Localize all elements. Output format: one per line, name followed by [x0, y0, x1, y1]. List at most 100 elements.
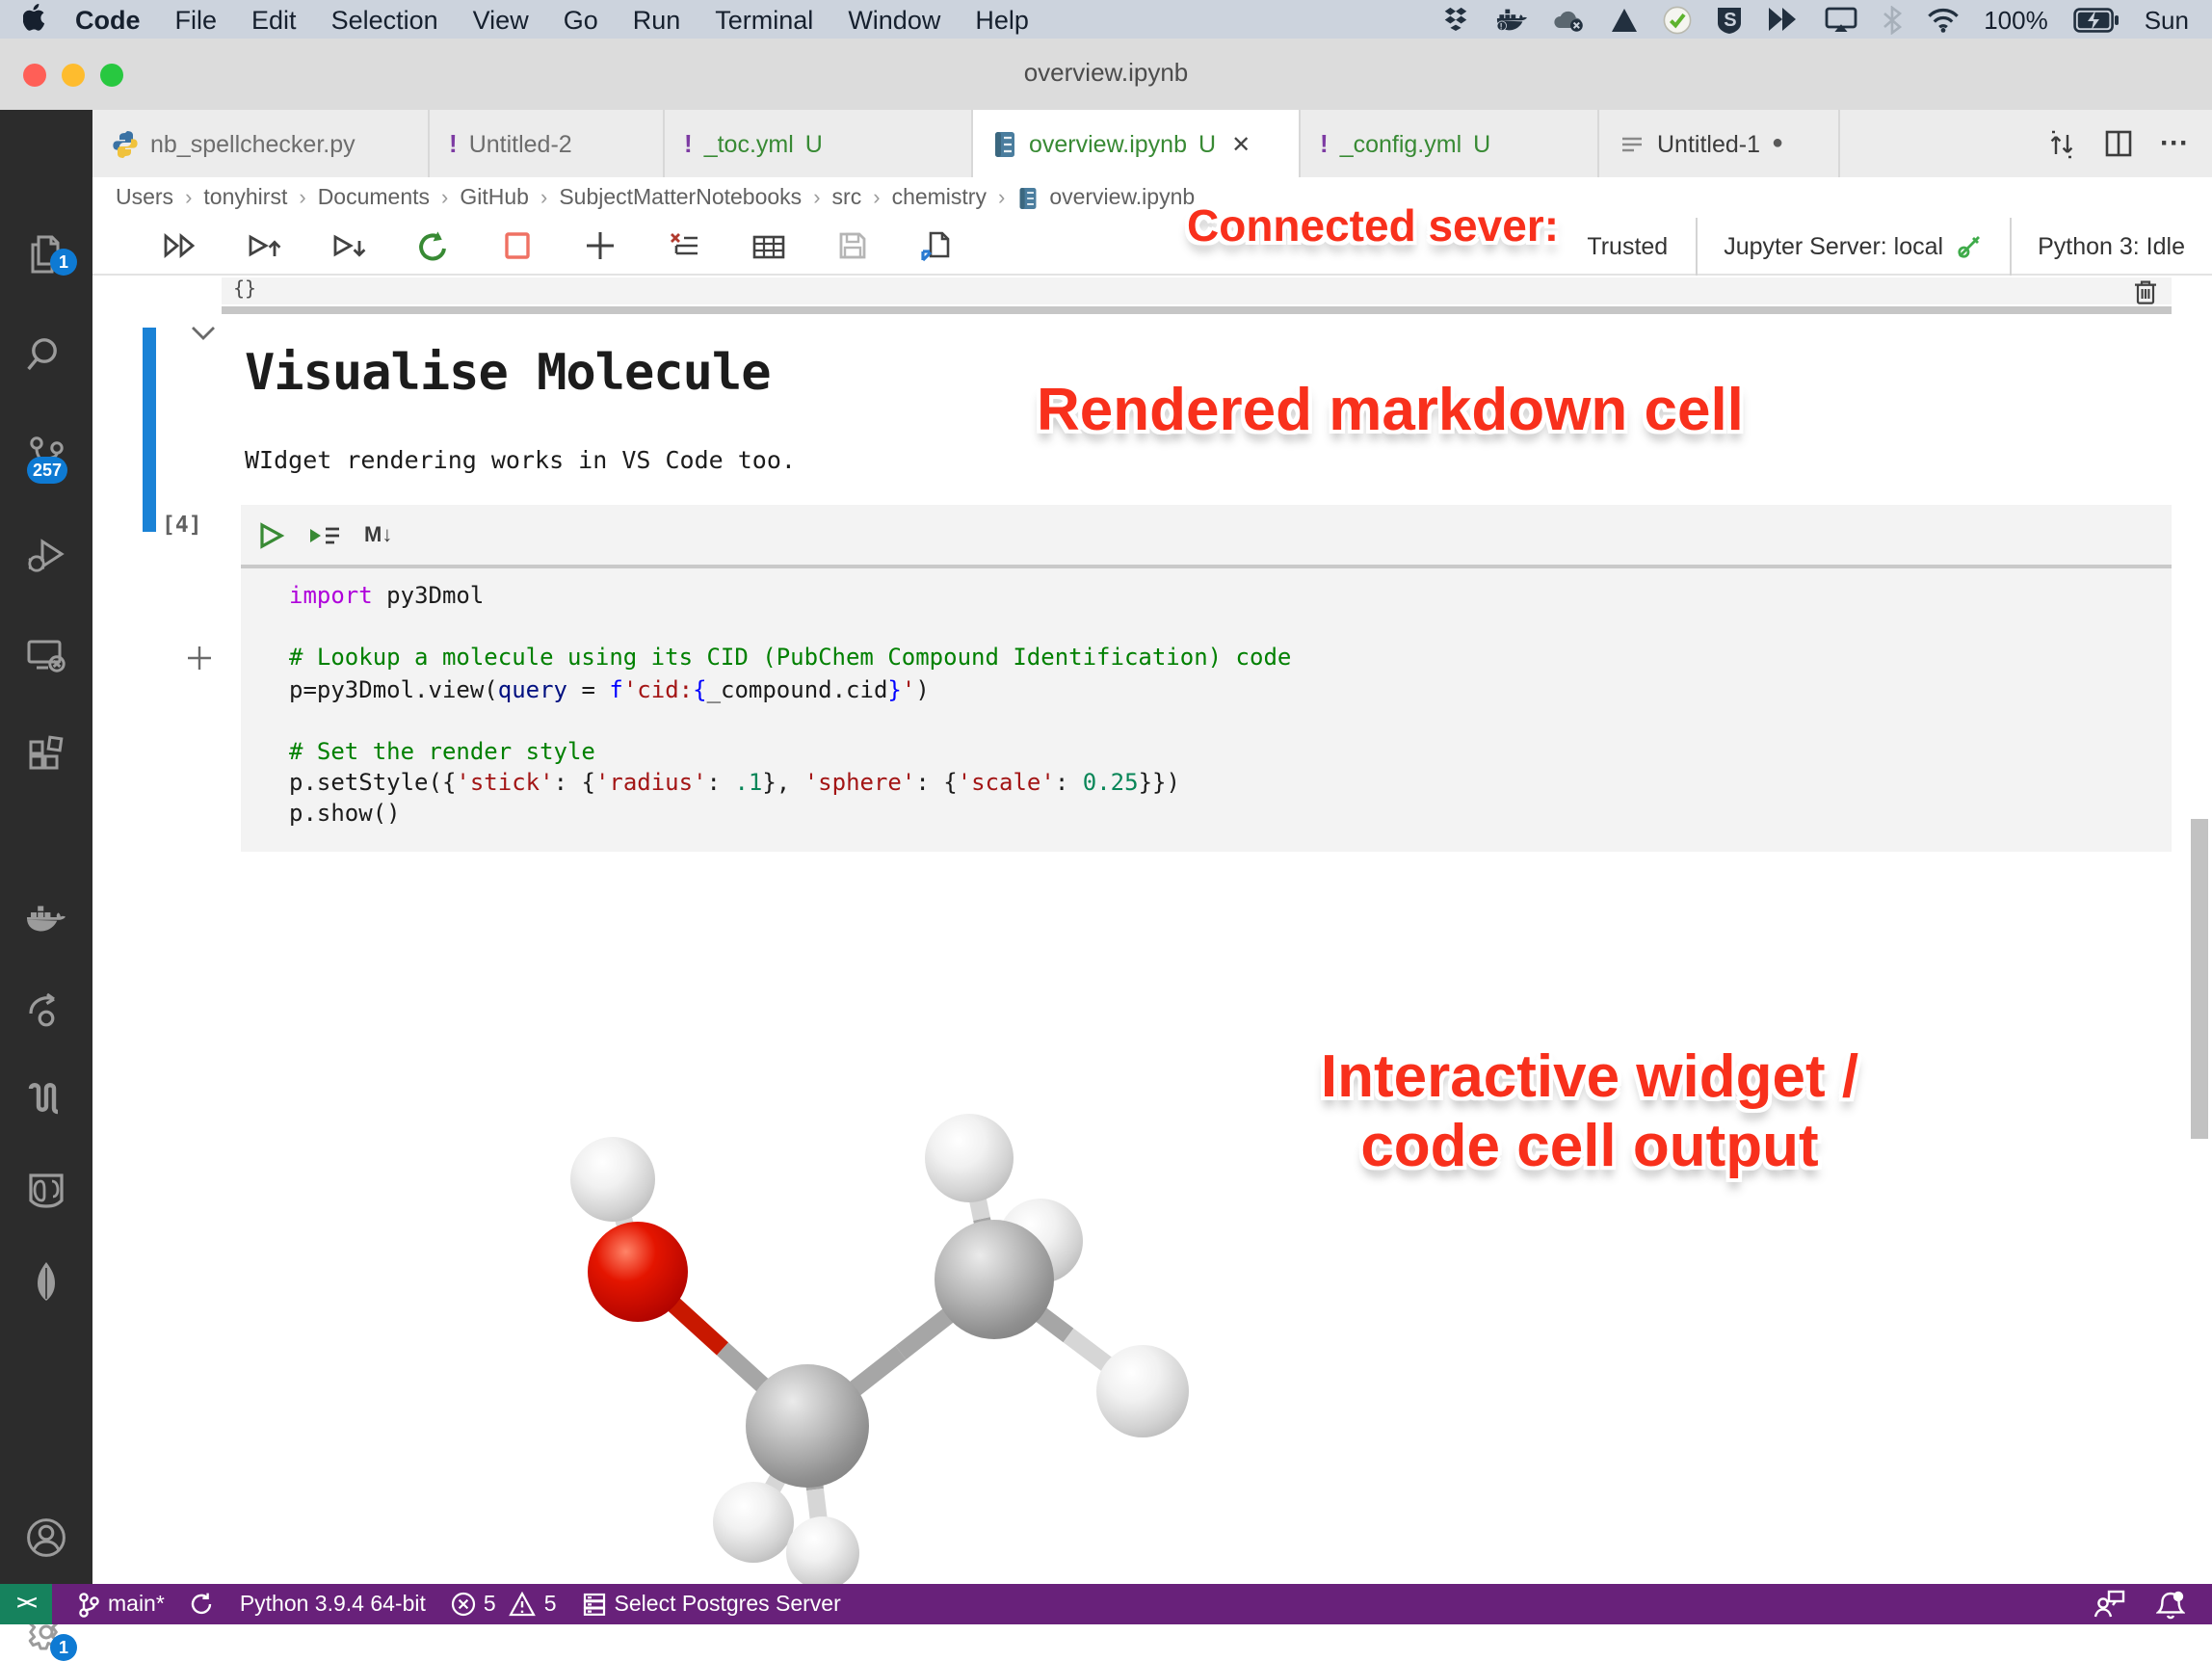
breadcrumb-file[interactable]: overview.ipynb: [1049, 186, 1195, 209]
debug-icon[interactable]: [23, 532, 69, 578]
code-cell[interactable]: M↓ import py3Dmol # Lookup a molecule us…: [241, 505, 2172, 851]
atom-H[interactable]: [786, 1516, 859, 1584]
feedback-icon[interactable]: [2093, 1590, 2125, 1619]
check-circle-icon[interactable]: [1662, 5, 1691, 34]
python-interpreter[interactable]: Python 3.9.4 64-bit: [240, 1593, 426, 1616]
code-line[interactable]: import py3Dmol: [289, 582, 2172, 613]
export-icon[interactable]: [919, 228, 954, 263]
run-all-icon[interactable]: [162, 229, 197, 262]
airplay-icon[interactable]: [1824, 6, 1856, 33]
code-line[interactable]: p.setStyle({'stick': {'radius': .1}, 'sp…: [289, 769, 2172, 800]
run-below-cell-icon[interactable]: [308, 519, 341, 550]
jupyter-server-indicator[interactable]: Jupyter Server: local: [1697, 233, 2009, 260]
collapse-cell-chevron-icon[interactable]: [191, 326, 216, 341]
atom-H[interactable]: [1096, 1345, 1189, 1437]
menu-item-edit[interactable]: Edit: [234, 5, 314, 34]
apple-menu[interactable]: [0, 4, 58, 35]
wifi-icon[interactable]: [1926, 7, 1959, 32]
restart-icon[interactable]: [416, 228, 451, 263]
run-above-icon[interactable]: [247, 229, 281, 262]
open-changes-icon[interactable]: [2046, 128, 2077, 159]
shield-s-icon[interactable]: S: [1716, 5, 1741, 34]
extensions-icon[interactable]: [23, 732, 69, 778]
notifications-bell-icon[interactable]: [2156, 1589, 2185, 1620]
dropbox-icon[interactable]: [1440, 6, 1469, 33]
interrupt-icon[interactable]: [501, 229, 534, 262]
breadcrumb-item[interactable]: Documents: [318, 186, 430, 209]
breadcrumb-item[interactable]: SubjectMatterNotebooks: [559, 186, 802, 209]
editor-scrollbar[interactable]: [2191, 819, 2208, 1139]
chevrons-icon[interactable]: [1766, 6, 1799, 33]
split-editor-icon[interactable]: [2104, 129, 2133, 158]
atom-O[interactable]: [588, 1222, 688, 1322]
menu-item-selection[interactable]: Selection: [314, 5, 456, 34]
save-icon[interactable]: [836, 229, 869, 262]
run-cell-icon[interactable]: [256, 519, 285, 550]
bluetooth-icon[interactable]: [1882, 5, 1902, 34]
git-branch-status[interactable]: main*: [77, 1591, 165, 1618]
onedrive-icon[interactable]: [1552, 7, 1585, 32]
tab-untitled-1[interactable]: Untitled-1 ●: [1599, 110, 1840, 177]
sync-changes[interactable]: [190, 1592, 215, 1617]
menu-item-view[interactable]: View: [456, 5, 546, 34]
account-icon[interactable]: [23, 1515, 69, 1561]
markdown-cell-button[interactable]: M↓: [364, 523, 392, 546]
code-line[interactable]: p=py3Dmol.view(query = f'cid:{_compound.…: [289, 675, 2172, 706]
atom-C[interactable]: [746, 1364, 869, 1488]
molecule-widget[interactable]: [462, 1050, 1272, 1584]
menu-item-file[interactable]: File: [158, 5, 235, 34]
menu-item-terminal[interactable]: Terminal: [698, 5, 830, 34]
variables-icon[interactable]: [751, 230, 786, 261]
atom-C[interactable]: [935, 1220, 1054, 1339]
atom-H[interactable]: [570, 1137, 655, 1222]
remote-indicator[interactable]: ><: [0, 1584, 52, 1624]
menu-item-window[interactable]: Window: [830, 5, 958, 34]
postgres-icon[interactable]: [23, 1168, 69, 1214]
code-line[interactable]: # Set the render style: [289, 738, 2172, 769]
breadcrumb-item[interactable]: tonyhirst: [203, 186, 287, 209]
more-actions-icon[interactable]: ···: [2160, 127, 2189, 160]
menu-item-go[interactable]: Go: [546, 5, 616, 34]
code-line[interactable]: [289, 613, 2172, 644]
tab-overview-ipynb[interactable]: overview.ipynb U ✕: [973, 110, 1301, 177]
atom-H[interactable]: [713, 1482, 794, 1563]
remote-explorer-icon[interactable]: [23, 632, 69, 678]
snake-extension-icon[interactable]: [23, 1077, 69, 1123]
breadcrumb-item[interactable]: GitHub: [460, 186, 529, 209]
code-line[interactable]: p.show(): [289, 801, 2172, 831]
menu-item-code[interactable]: Code: [58, 5, 158, 34]
code-lines[interactable]: import py3Dmol # Lookup a molecule using…: [241, 568, 2172, 851]
menu-clock-day[interactable]: Sun: [2145, 5, 2189, 34]
breadcrumb-item[interactable]: chemistry: [892, 186, 987, 209]
run-below-icon[interactable]: [331, 229, 366, 262]
trusted-indicator[interactable]: Trusted: [1560, 233, 1695, 260]
search-icon[interactable]: [23, 331, 69, 378]
add-cell-icon[interactable]: [584, 229, 617, 262]
breadcrumb-item[interactable]: Users: [116, 186, 173, 209]
branch-name: main*: [108, 1593, 165, 1616]
tab-config-yml[interactable]: ! _config.yml U: [1301, 110, 1599, 177]
collapsed-cell-strip[interactable]: {}: [222, 277, 2172, 304]
docker-menu-icon[interactable]: !: [1494, 6, 1527, 33]
tab-nb-spellchecker[interactable]: nb_spellchecker.py: [92, 110, 430, 177]
tab-toc-yml[interactable]: ! _toc.yml U: [665, 110, 973, 177]
delete-cell-icon[interactable]: [2131, 277, 2160, 306]
vagrant-icon[interactable]: [1610, 7, 1637, 32]
cell-language-indicator[interactable]: {}: [233, 279, 256, 301]
mongodb-icon[interactable]: [23, 1258, 69, 1305]
code-line[interactable]: # Lookup a molecule using its CID (PubCh…: [289, 645, 2172, 675]
problems-indicator[interactable]: 5 5: [451, 1592, 557, 1617]
clear-outputs-icon[interactable]: [667, 229, 701, 262]
kernel-indicator[interactable]: Python 3: Idle: [2011, 233, 2212, 260]
atom-H[interactable]: [925, 1114, 1014, 1202]
postgres-server-selector[interactable]: Select Postgres Server: [582, 1592, 841, 1617]
breadcrumb-item[interactable]: src: [832, 186, 862, 209]
close-tab-icon[interactable]: ✕: [1231, 130, 1251, 157]
menu-item-help[interactable]: Help: [958, 5, 1046, 34]
code-line[interactable]: [289, 707, 2172, 738]
tab-untitled-2[interactable]: ! Untitled-2: [430, 110, 665, 177]
liveshare-icon[interactable]: [23, 987, 69, 1033]
docker-icon[interactable]: [23, 896, 69, 942]
menu-item-run[interactable]: Run: [616, 5, 698, 34]
add-cell-gutter-icon[interactable]: [187, 646, 212, 671]
